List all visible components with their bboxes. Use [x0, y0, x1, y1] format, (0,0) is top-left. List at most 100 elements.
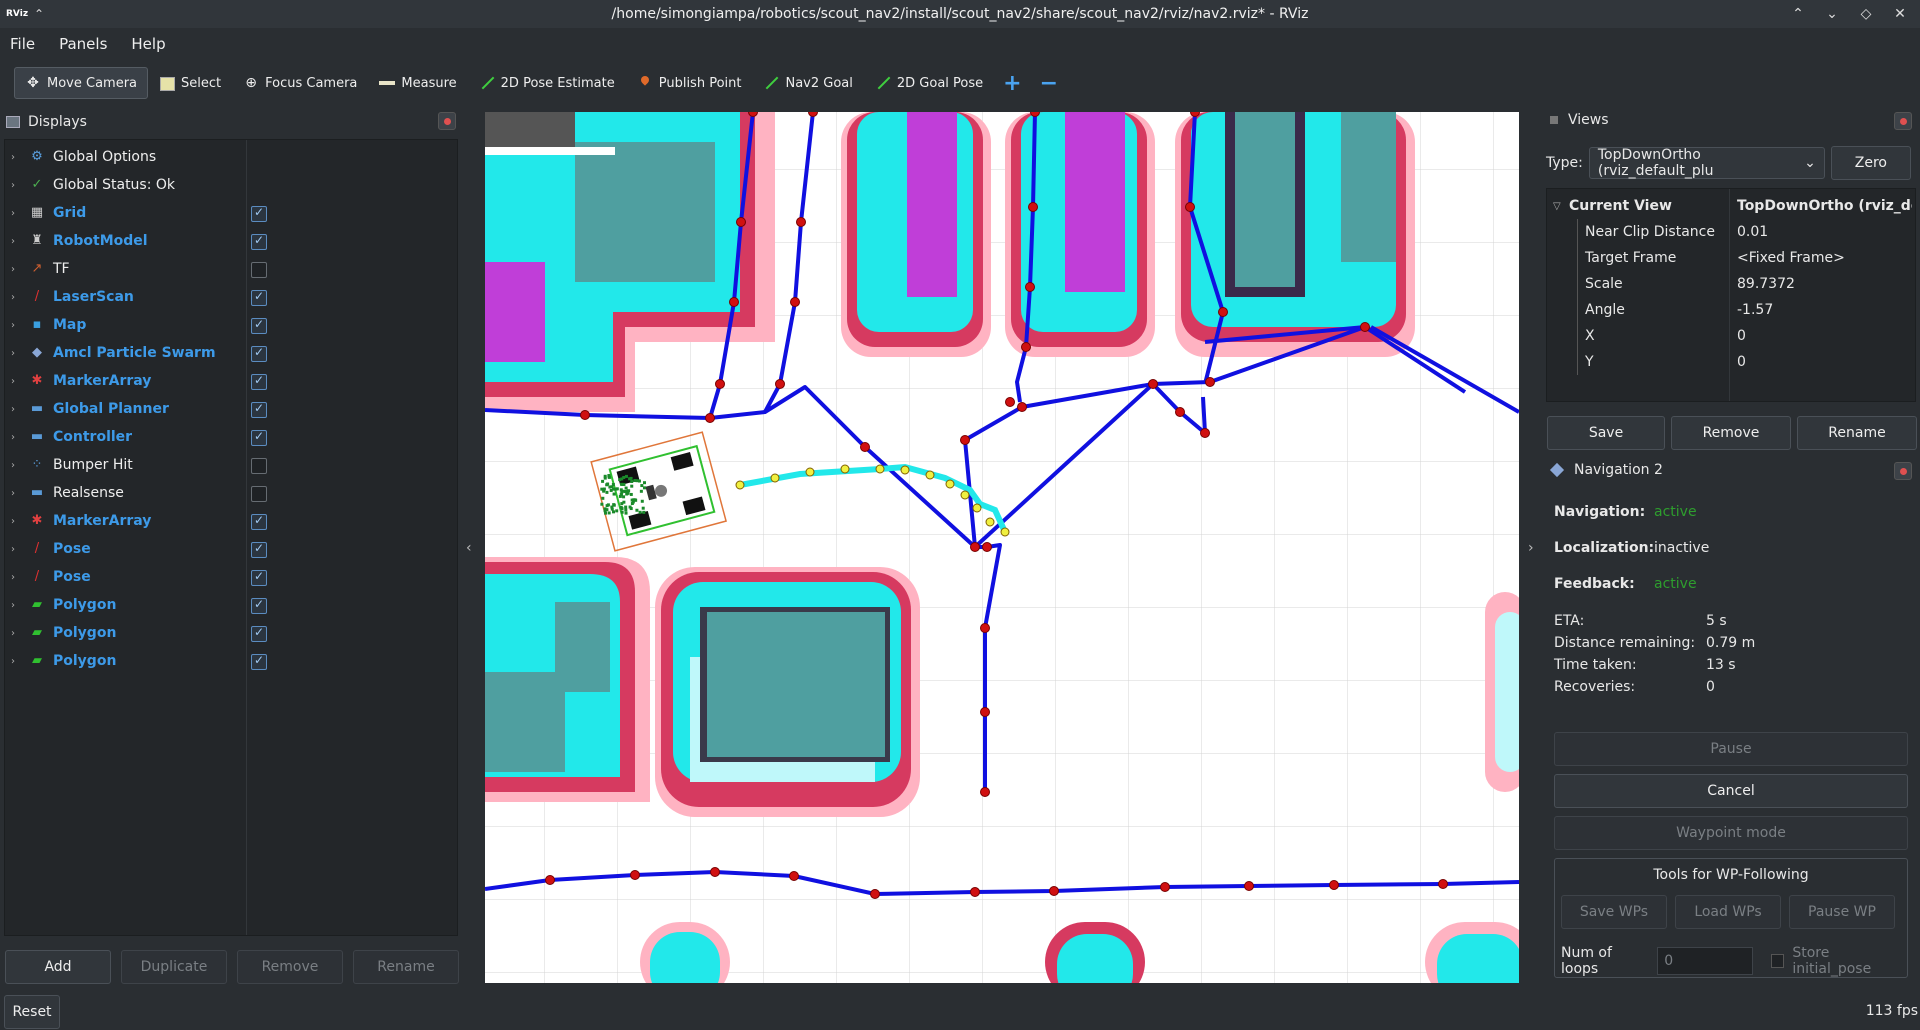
expand-arrow-icon[interactable]: › [11, 152, 21, 163]
close-icon[interactable]: ✕ [1890, 4, 1910, 24]
add-button[interactable]: Add [5, 950, 111, 984]
shade-icon[interactable]: ⌃ [1788, 4, 1808, 24]
display-item[interactable]: › ⁘ Bumper Hit [5, 451, 457, 479]
expand-arrow-icon[interactable]: › [11, 264, 21, 275]
expand-arrow-icon[interactable]: › [11, 292, 21, 303]
display-enabled-checkbox[interactable] [251, 486, 267, 502]
display-enabled-checkbox[interactable] [251, 541, 267, 558]
view-type-select[interactable]: TopDownOrtho (rviz_default_plu ⌄ [1588, 147, 1825, 179]
display-item[interactable]: › ✱ MarkerArray [5, 367, 457, 395]
display-item[interactable]: › ⚙ Global Options [5, 143, 457, 171]
display-enabled-checkbox[interactable] [251, 289, 267, 306]
collapse-left-icon[interactable]: ‹ [466, 540, 472, 556]
rename-button[interactable]: Rename [353, 950, 459, 984]
display-enabled-checkbox[interactable] [251, 569, 267, 586]
expand-arrow-icon[interactable]: › [11, 516, 21, 527]
property-row[interactable]: Scale 89.7372 [1547, 271, 1915, 297]
display-item[interactable]: › ▦ Grid [5, 199, 457, 227]
expand-arrow-icon[interactable]: › [11, 208, 21, 219]
display-enabled-checkbox[interactable] [251, 233, 267, 250]
display-enabled-checkbox[interactable] [251, 205, 267, 222]
reset-button[interactable]: Reset [4, 995, 60, 1029]
pause-wp-button[interactable]: Pause WP [1789, 895, 1895, 929]
pause-button[interactable]: Pause [1554, 732, 1908, 766]
display-enabled-checkbox[interactable] [251, 401, 267, 418]
store-initial-pose-checkbox[interactable] [1770, 954, 1785, 968]
num-loops-input[interactable]: 0 [1657, 947, 1753, 975]
display-item[interactable]: › ▰ Polygon [5, 647, 457, 675]
property-value[interactable]: 0 [1737, 354, 1912, 370]
display-enabled-checkbox[interactable] [251, 458, 267, 474]
menu-help[interactable]: Help [131, 35, 165, 53]
map-canvas[interactable] [485, 112, 1519, 983]
keep-above-icon[interactable]: ⌃ [34, 7, 44, 21]
close-panel-icon[interactable] [438, 112, 456, 130]
display-enabled-checkbox[interactable] [251, 373, 267, 390]
display-item[interactable]: › ↗ TF [5, 255, 457, 283]
close-panel-icon[interactable] [1894, 462, 1912, 480]
display-enabled-checkbox[interactable] [251, 429, 267, 446]
display-item[interactable]: › ♜ RobotModel [5, 227, 457, 255]
pose-estimate-tool[interactable]: 2D Pose Estimate [468, 67, 626, 99]
rename-view-button[interactable]: Rename [1797, 416, 1917, 450]
expand-arrow-icon[interactable]: › [11, 376, 21, 387]
display-enabled-checkbox[interactable] [251, 625, 267, 642]
display-enabled-checkbox[interactable] [251, 597, 267, 614]
property-value[interactable]: 89.7372 [1737, 276, 1912, 292]
menu-file[interactable]: File [10, 35, 35, 53]
property-row[interactable]: Y0 [1547, 349, 1915, 375]
nav2-goal-tool[interactable]: Nav2 Goal [752, 67, 863, 99]
expand-arrow-icon[interactable]: › [11, 656, 21, 667]
expand-arrow-icon[interactable]: › [11, 628, 21, 639]
property-value[interactable]: 0 [1737, 328, 1912, 344]
expand-arrow-icon[interactable]: › [11, 236, 21, 247]
collapse-right-icon[interactable]: › [1528, 540, 1534, 556]
displays-tree[interactable]: › ⚙ Global Options › ✓ Global Status: Ok › ▦ Gri… [4, 139, 458, 936]
display-item[interactable]: › ◆ Amcl Particle Swarm [5, 339, 457, 367]
display-enabled-checkbox[interactable] [251, 317, 267, 334]
render-view[interactable] [485, 112, 1519, 983]
save-view-button[interactable]: Save [1547, 416, 1665, 450]
display-item[interactable]: › ▰ Polygon [5, 619, 457, 647]
display-item[interactable]: › / Pose [5, 535, 457, 563]
minimize-icon[interactable]: ⌄ [1822, 4, 1842, 24]
expand-arrow-icon[interactable]: › [11, 180, 21, 191]
publish-point-tool[interactable]: Publish Point [626, 67, 753, 99]
expand-arrow-icon[interactable]: › [11, 600, 21, 611]
expand-arrow-icon[interactable]: › [11, 488, 21, 499]
remove-view-button[interactable]: Remove [1671, 416, 1791, 450]
expand-icon[interactable]: ▽ [1553, 201, 1561, 212]
remove-tool-button[interactable]: − [1031, 67, 1067, 99]
expand-arrow-icon[interactable]: › [11, 544, 21, 555]
display-enabled-checkbox[interactable] [251, 513, 267, 530]
property-row[interactable]: X0 [1547, 323, 1915, 349]
property-row[interactable]: Angle -1.57 [1547, 297, 1915, 323]
load-wps-button[interactable]: Load WPs [1675, 895, 1781, 929]
display-enabled-checkbox[interactable] [251, 653, 267, 670]
goal-pose-tool[interactable]: 2D Goal Pose [864, 67, 994, 99]
move-camera-tool[interactable]: ✥ Move Camera [14, 67, 149, 99]
add-tool-button[interactable]: + [994, 67, 1030, 99]
select-tool[interactable]: Select [148, 67, 232, 99]
property-row[interactable]: ▽ Current View TopDownOrtho (rviz_def... [1547, 193, 1915, 219]
measure-tool[interactable]: Measure [368, 67, 467, 99]
display-item[interactable]: › ✓ Global Status: Ok [5, 171, 457, 199]
focus-camera-tool[interactable]: ⊕ Focus Camera [232, 67, 368, 99]
display-item[interactable]: › ▪ Map [5, 311, 457, 339]
view-properties[interactable]: ▽ Current View TopDownOrtho (rviz_def...… [1546, 188, 1916, 402]
expand-arrow-icon[interactable]: › [11, 432, 21, 443]
display-item[interactable]: › / LaserScan [5, 283, 457, 311]
display-item[interactable]: › ▬ Controller [5, 423, 457, 451]
display-item[interactable]: › ✱ MarkerArray [5, 507, 457, 535]
display-item[interactable]: › / Pose [5, 563, 457, 591]
menu-panels[interactable]: Panels [59, 35, 107, 53]
remove-button[interactable]: Remove [237, 950, 343, 984]
close-panel-icon[interactable] [1894, 112, 1912, 130]
expand-arrow-icon[interactable]: › [11, 572, 21, 583]
expand-arrow-icon[interactable]: › [11, 404, 21, 415]
duplicate-button[interactable]: Duplicate [121, 950, 227, 984]
cancel-button[interactable]: Cancel [1554, 774, 1908, 808]
waypoint-mode-button[interactable]: Waypoint mode [1554, 816, 1908, 850]
property-value[interactable]: -1.57 [1737, 302, 1912, 318]
property-value[interactable]: <Fixed Frame> [1737, 250, 1912, 266]
